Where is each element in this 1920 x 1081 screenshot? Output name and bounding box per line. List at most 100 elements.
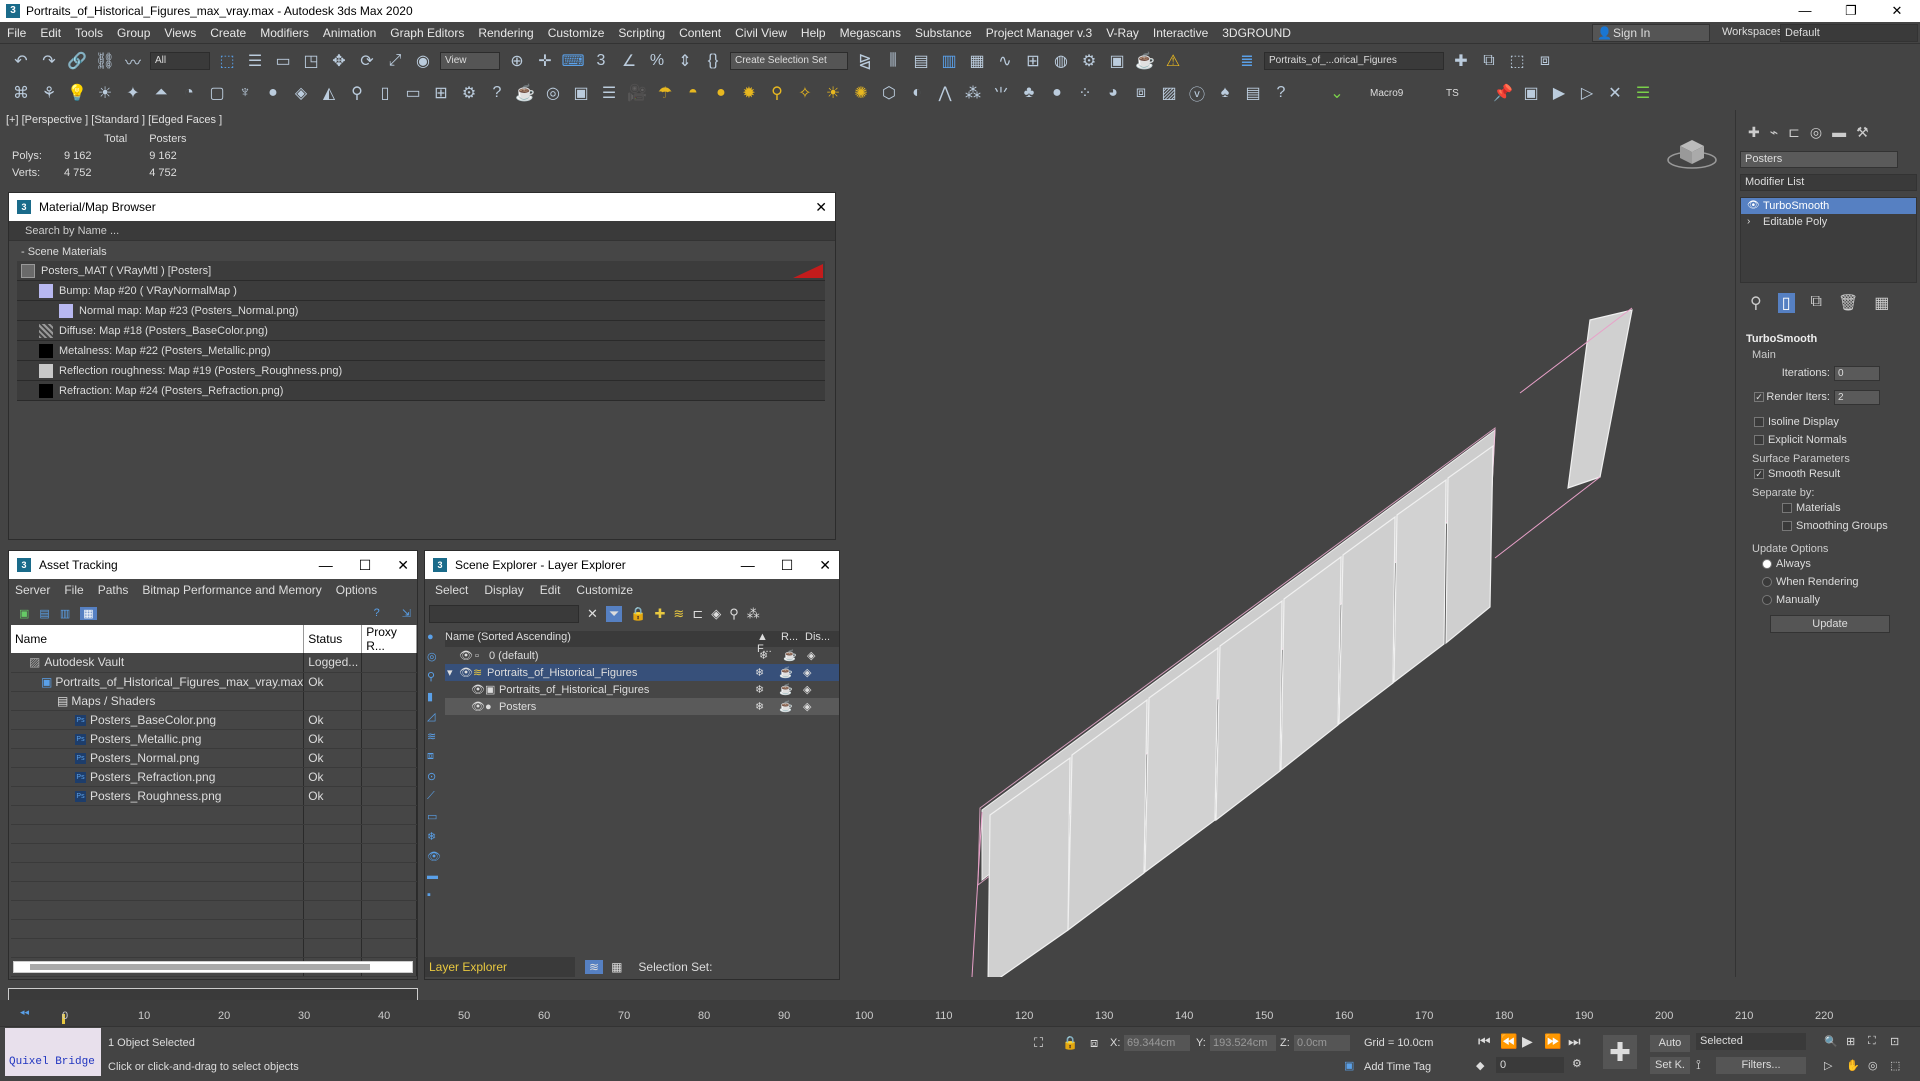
vray-ambient-icon[interactable]: ⏶ — [150, 82, 172, 104]
light-filter-icon[interactable]: ⚲ — [729, 606, 739, 622]
hierarchy-icon[interactable]: ⊏ — [692, 606, 703, 622]
multi-material-icon[interactable]: ⁘ — [1074, 82, 1096, 104]
when-rendering-option[interactable]: When Rendering — [1742, 573, 1918, 591]
teapot-icon[interactable]: ☕ — [514, 82, 536, 104]
spacewarp-filter-icon[interactable]: ≋ — [427, 730, 443, 743]
bake-icon[interactable]: ⧈ — [1130, 82, 1152, 104]
eye-icon[interactable]: 👁 — [459, 666, 473, 679]
orbit-icon[interactable]: ◎ — [1868, 1059, 1878, 1072]
layer-explorer-icon[interactable]: ▥ — [938, 50, 960, 72]
menu-lines-icon[interactable]: ☰ — [1632, 82, 1654, 104]
vray-dome-icon[interactable]: ◔ — [178, 82, 200, 104]
filter-icon[interactable]: ⏷ — [605, 606, 623, 622]
current-frame-field[interactable]: 0 — [1496, 1057, 1564, 1073]
menu-vray[interactable]: V-Ray — [1099, 26, 1146, 40]
object-row-portraits[interactable]: 👁 ▣ Portraits_of_Historical_Figures ❄ ☕ ◈ — [445, 681, 839, 698]
layers-icon[interactable]: ≋ — [673, 606, 684, 622]
bone-filter-icon[interactable]: ⁂ — [747, 606, 760, 622]
menu-3dground[interactable]: 3DGROUND — [1215, 26, 1298, 40]
explicit-normals-checkbox[interactable] — [1754, 435, 1764, 445]
play-icon[interactable]: ▶ — [1522, 1033, 1533, 1050]
eye-icon[interactable]: 👁 — [459, 649, 475, 662]
manually-option[interactable]: Manually — [1742, 591, 1918, 609]
group-filter-icon[interactable]: ⧈ — [427, 750, 443, 763]
tree-icon[interactable]: ♠ — [1214, 82, 1236, 104]
scene-filter-input[interactable] — [429, 605, 579, 623]
help-icon[interactable]: ? — [486, 82, 508, 104]
torus-icon[interactable]: ◎ — [542, 82, 564, 104]
scene-explorer-titlebar[interactable]: 3 Scene Explorer - Layer Explorer — ☐ ✕ — [425, 551, 839, 579]
palette-icon[interactable]: ◕ — [1102, 82, 1124, 104]
display-icon[interactable]: ◈ — [803, 666, 811, 679]
menu-scripting[interactable]: Scripting — [611, 26, 672, 40]
pin-icon[interactable]: 📌 — [1492, 82, 1514, 104]
go-start-icon[interactable]: ⏮ — [1478, 1033, 1491, 1050]
asset-menu-server[interactable]: Server — [15, 583, 50, 597]
manually-radio[interactable] — [1762, 595, 1772, 605]
scrollbar-thumb[interactable] — [30, 964, 370, 970]
close-icon[interactable]: ✕ — [397, 557, 409, 574]
col-display[interactable]: Dis... — [805, 631, 830, 647]
camera-filter-icon[interactable]: ▮ — [427, 690, 443, 703]
sky-icon[interactable]: ✺ — [850, 82, 872, 104]
render-icon[interactable]: ☕ — [779, 700, 803, 713]
materials-option[interactable]: Materials — [1742, 499, 1918, 517]
table-row[interactable]: Ps Posters_BaseColor.png Ok — [11, 710, 417, 730]
table-row[interactable]: Ps Posters_Metallic.png Ok — [11, 729, 417, 749]
render-setup-icon[interactable]: ⚙ — [1078, 50, 1100, 72]
selection-set-select[interactable]: Create Selection Set — [730, 51, 848, 70]
spot-light-icon[interactable]: ⚲ — [766, 82, 788, 104]
col-name-sorted[interactable]: Name (Sorted Ascending) — [445, 631, 757, 647]
frame-slider-icon[interactable]: ◂◂ — [20, 1007, 29, 1018]
lock-icon[interactable]: 🔒 — [630, 606, 646, 622]
render-elements-icon[interactable]: ▨ — [1158, 82, 1180, 104]
unlink-icon[interactable]: ⛓ — [94, 50, 116, 72]
asset-menu-options[interactable]: Options — [336, 583, 377, 597]
display-icon[interactable]: ◈ — [807, 649, 815, 662]
list-view-icon[interactable]: ▤ — [39, 607, 49, 620]
table-row[interactable]: Ps Posters_Refraction.png Ok — [11, 767, 417, 787]
vray-ies-icon[interactable]: ✦ — [122, 82, 144, 104]
vray-vfb-icon[interactable]: ▭ — [402, 82, 424, 104]
asset-menu-bitmap[interactable]: Bitmap Performance and Memory — [142, 583, 321, 597]
material-editor-icon[interactable]: ◍ — [1050, 50, 1072, 72]
maximize-icon[interactable]: ☐ — [781, 557, 794, 574]
frozen-filter-icon[interactable]: ❄ — [427, 830, 443, 843]
redo-icon[interactable]: ↷ — [38, 50, 60, 72]
smooth-result-option[interactable]: ✓ Smooth Result — [1742, 465, 1918, 483]
menu-interactive[interactable]: Interactive — [1146, 26, 1215, 40]
render-small-icon[interactable]: ▣ — [1520, 82, 1542, 104]
vray-cam-icon[interactable]: ▯ — [374, 82, 396, 104]
script-icon[interactable]: ▤ — [1242, 82, 1264, 104]
select-layer-icon[interactable]: ⬚ — [1506, 50, 1528, 72]
scale-icon[interactable]: ⤢ — [384, 50, 406, 72]
geometry-filter-icon[interactable]: ● — [427, 631, 443, 643]
zoom-extents-icon[interactable]: ⛶ — [1868, 1035, 1876, 1048]
schematic-view-icon[interactable]: ⊞ — [1022, 50, 1044, 72]
asset-menu-file[interactable]: File — [64, 583, 83, 597]
cube-icon[interactable]: ⬡ — [878, 82, 900, 104]
maximize-viewport-icon[interactable]: ⬚ — [1890, 1059, 1900, 1072]
viewport-label[interactable]: [+] [Perspective ] [Standard ] [Edged Fa… — [6, 114, 222, 126]
map-row[interactable]: Refraction: Map #24 (Posters_Refraction.… — [17, 381, 825, 401]
keyboard-shortcut-icon[interactable]: ⌨ — [561, 50, 584, 72]
forest-icon[interactable]: ♣ — [1018, 82, 1040, 104]
close-icon[interactable]: ✕ — [819, 557, 831, 574]
auto-key-button[interactable]: Auto — [1650, 1035, 1690, 1052]
pin-stack-icon[interactable]: ⚲ — [1750, 293, 1762, 313]
mirror-icon[interactable]: ⧎ — [854, 50, 876, 72]
menu-edit[interactable]: Edit — [33, 26, 68, 40]
menu-rendering[interactable]: Rendering — [471, 26, 540, 40]
eye-icon[interactable]: 👁 — [471, 700, 485, 713]
menu-project-manager[interactable]: Project Manager v.3 — [979, 26, 1100, 40]
scene-explorer-icon[interactable]: ▤ — [910, 50, 932, 72]
collapse-arrow-icon[interactable]: ▾ — [447, 666, 459, 679]
render-iters-spinner[interactable]: 2 — [1834, 389, 1880, 405]
scene-menu-edit[interactable]: Edit — [540, 583, 561, 597]
eye-icon[interactable]: 👁 — [1747, 198, 1763, 214]
absolute-mode-icon[interactable]: ⧈ — [1090, 1035, 1098, 1051]
asset-tracking-titlebar[interactable]: 3 Asset Tracking — ☐ ✕ — [9, 551, 417, 579]
vray-mesh-icon[interactable]: ◈ — [290, 82, 312, 104]
zoom-all-icon[interactable]: ⊞ — [1846, 1035, 1855, 1048]
menu-views[interactable]: Views — [157, 26, 203, 40]
